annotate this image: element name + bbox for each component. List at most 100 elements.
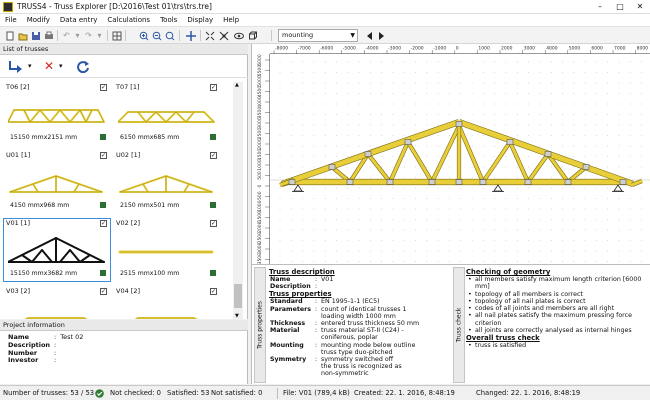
3d-icon[interactable]	[247, 30, 258, 41]
property-label	[269, 313, 314, 320]
property-label	[269, 349, 314, 356]
geometry-check-item: topology of all nail plates is correct	[468, 298, 649, 306]
delete-icon[interactable]: ✕	[44, 59, 54, 74]
nail-plate[interactable]	[524, 179, 532, 185]
scrollbar-thumb[interactable]	[234, 284, 242, 308]
nail-plate[interactable]	[455, 121, 463, 127]
truss-check-panel: Checking of geometry all members satisfy…	[466, 268, 649, 383]
tab-truss-check[interactable]: Truss check	[453, 267, 465, 383]
maximize-button[interactable]: □	[610, 0, 630, 14]
undo-icon[interactable]: ↶	[61, 30, 72, 41]
truss-include-checkbox[interactable]: ✓	[210, 84, 217, 91]
close-button[interactable]: ✕	[630, 0, 650, 14]
truss-include-checkbox[interactable]: ✓	[100, 288, 107, 295]
nail-plate[interactable]	[364, 151, 372, 157]
toolbar-separator	[179, 30, 180, 41]
zoom-area-icon[interactable]	[164, 30, 175, 41]
property-label: Thickness	[270, 320, 306, 328]
drawing-canvas[interactable]: -8000 -7000 -6000 -5000 -4000 -3000 -2000 -1000…	[251, 44, 650, 266]
truss-list-scrollbar[interactable]: ▲ ▼	[233, 82, 243, 319]
support-icon	[292, 184, 304, 192]
menu-help[interactable]: Help	[218, 14, 244, 27]
truss-name-table: Name: V01 Description:	[270, 276, 334, 291]
project-investor-value	[58, 357, 85, 365]
menu-modify[interactable]: Modify	[22, 14, 55, 27]
nail-plate[interactable]	[404, 139, 412, 145]
geometry-check-heading: Checking of geometry	[466, 268, 551, 276]
new-icon[interactable]	[4, 30, 15, 41]
ruler-left-label: 4000	[257, 96, 263, 108]
nail-plate[interactable]	[582, 164, 590, 170]
grid-icon[interactable]	[111, 30, 122, 41]
truss-thumbnail-v03[interactable]: V03 [2] ✓	[3, 286, 111, 319]
import-dropdown-icon[interactable]: ▾	[28, 59, 32, 74]
truss-thumbnail-t06[interactable]: T06 [2] ✓ 15150 mmx2151 mm	[3, 82, 111, 146]
menu-tools[interactable]: Tools	[155, 14, 182, 27]
nail-plate[interactable]	[346, 179, 354, 185]
ruler-top-label: -4000	[365, 46, 378, 52]
truss-description-heading: Truss description	[269, 268, 335, 276]
web-member[interactable]	[406, 140, 434, 184]
tab-truss-properties[interactable]: Truss properties	[254, 267, 266, 383]
truss-include-checkbox[interactable]: ✓	[210, 152, 217, 159]
web-member[interactable]	[481, 140, 512, 184]
truss-include-checkbox[interactable]: ✓	[100, 84, 107, 91]
nail-plate[interactable]	[479, 179, 487, 185]
save-icon[interactable]	[30, 30, 41, 41]
fit-width-icon[interactable]	[218, 30, 229, 41]
web-member[interactable]	[526, 152, 550, 184]
truss-include-checkbox[interactable]: ✓	[100, 152, 107, 159]
view-icon[interactable]	[233, 30, 244, 41]
undo-dropdown-icon[interactable]: ▾	[72, 30, 83, 41]
web-member[interactable]	[366, 152, 392, 184]
nail-plate[interactable]	[544, 151, 552, 157]
print-icon[interactable]	[43, 30, 54, 41]
truss-include-checkbox[interactable]: ✓	[100, 220, 107, 227]
truss-desc-label: Description	[270, 283, 311, 291]
truss-thumbnail-t07[interactable]: T07 [1] ✓ 6150 mmx685 mm	[113, 82, 221, 146]
nail-plate[interactable]	[455, 179, 463, 185]
nail-plate[interactable]	[564, 179, 572, 185]
nail-plate[interactable]	[619, 179, 627, 185]
view-mode-select[interactable]: mounting ▼	[278, 29, 358, 42]
web-member[interactable]	[430, 125, 461, 183]
truss-thumbnail-u02[interactable]: U02 [1] ✓ 2150 mmx501 mm	[113, 150, 221, 214]
zoom-in-icon[interactable]	[138, 30, 149, 41]
pan-icon[interactable]	[185, 30, 196, 41]
scroll-up-icon[interactable]: ▲	[235, 82, 239, 88]
menu-data-entry[interactable]: Data entry	[55, 14, 102, 27]
truss-thumbnail-v04[interactable]: V04 [2] ✓	[113, 286, 221, 319]
project-info-header: Project information	[0, 320, 248, 331]
ruler-left-label: 1500	[257, 149, 263, 161]
import-icon[interactable]	[8, 59, 26, 74]
redo-dropdown-icon[interactable]: ▾	[94, 30, 105, 41]
truss-thumbnail-v01[interactable]: V01 [1] ✓ 15150 mmx3682 mm	[3, 218, 111, 282]
menu-display[interactable]: Display	[182, 14, 218, 27]
nail-plate[interactable]	[386, 179, 394, 185]
next-view-icon[interactable]	[376, 30, 387, 41]
truss-thumbnail-drawing	[134, 317, 198, 319]
nail-plate[interactable]	[428, 179, 436, 185]
delete-dropdown-icon[interactable]: ▾	[59, 59, 63, 74]
redo-icon[interactable]: ↷	[83, 30, 94, 41]
nail-plate[interactable]	[506, 139, 514, 145]
open-icon[interactable]	[17, 30, 28, 41]
menu-calculations[interactable]: Calculations	[102, 14, 155, 27]
nail-plate[interactable]	[288, 179, 296, 185]
scroll-down-icon[interactable]: ▼	[235, 313, 239, 319]
overall-check-heading: Overall truss check	[466, 334, 540, 343]
truss-thumbnail-u01[interactable]: U01 [1] ✓ 4150 mmx968 mm	[3, 150, 111, 214]
property-value: coniferous, poplar	[321, 334, 378, 342]
truss-include-checkbox[interactable]: ✓	[210, 220, 217, 227]
menu-file[interactable]: File	[0, 14, 22, 27]
zoom-out-icon[interactable]	[151, 30, 162, 41]
nail-plate[interactable]	[328, 164, 336, 170]
refresh-icon[interactable]	[76, 59, 90, 74]
minimize-button[interactable]: –	[590, 0, 610, 14]
truss-drawing[interactable]	[270, 54, 650, 264]
truss-thumbnail-v02[interactable]: V02 [2] ✓ 2515 mmx100 mm	[113, 218, 221, 282]
truss-include-checkbox[interactable]: ✓	[210, 288, 217, 295]
web-member[interactable]	[457, 125, 485, 183]
fit-icon[interactable]	[204, 30, 215, 41]
previous-view-icon[interactable]	[363, 30, 374, 41]
